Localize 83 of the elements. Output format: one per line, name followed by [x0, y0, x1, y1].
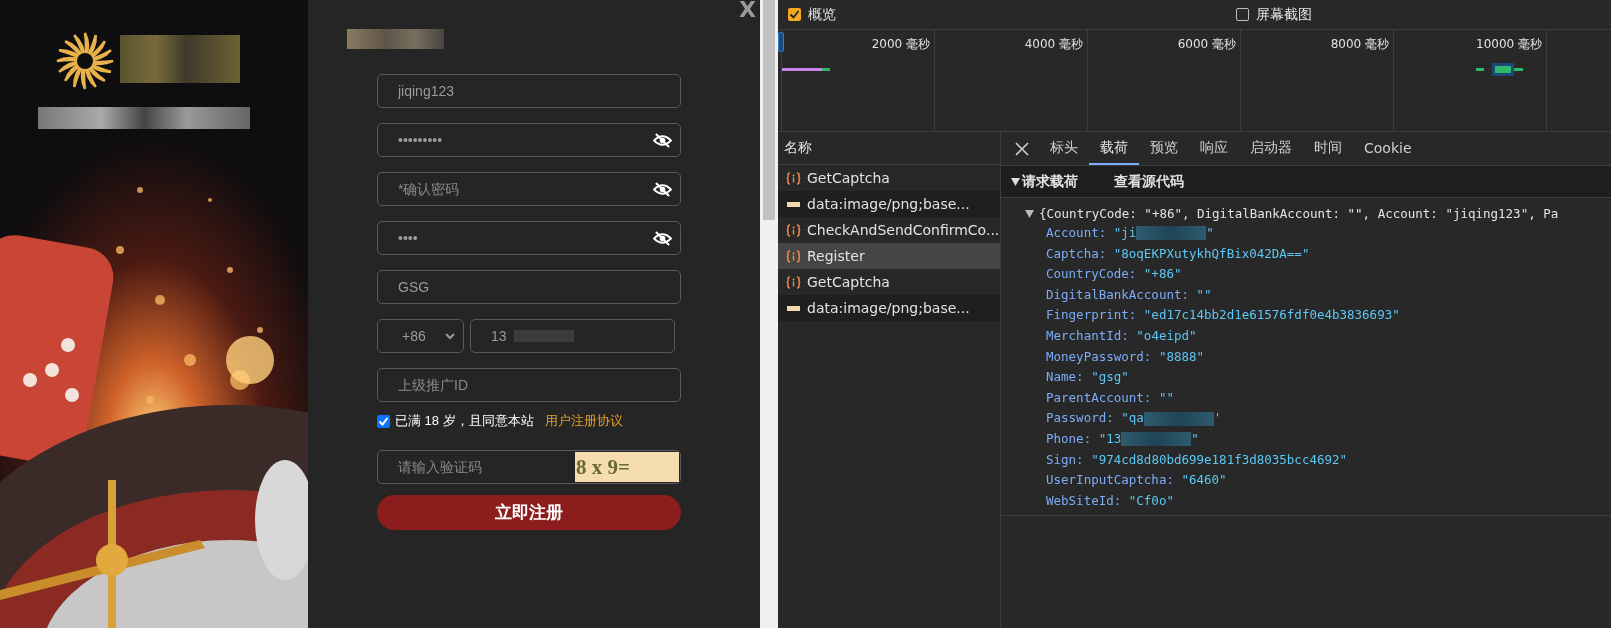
checkbox-label: 屏幕截图	[1256, 5, 1312, 24]
property-value: "+86"	[1143, 265, 1182, 284]
request-row[interactable]: data:image/png;base...	[778, 191, 1000, 217]
time-tick-label: 2000 毫秒	[871, 37, 930, 51]
checkbox-label: 概览	[808, 5, 836, 24]
property-value: "974cd8d80bd699e181f3d8035bcc4692"	[1091, 450, 1348, 469]
input-field[interactable]: 上级推广ID	[377, 368, 681, 402]
property-value: "8888"	[1158, 347, 1205, 366]
property-value: "o4eipd"	[1136, 326, 1197, 345]
country-code-select[interactable]: +86	[377, 319, 464, 353]
time-tick-label: 4000 毫秒	[1024, 37, 1083, 51]
property-key: CountryCode:	[1046, 264, 1137, 285]
tab[interactable]: 响应	[1189, 132, 1239, 165]
property-value: '	[1213, 409, 1222, 428]
property-value: "Cf0o"	[1128, 491, 1174, 510]
property-key: Password:	[1046, 408, 1114, 429]
json-braces-icon	[786, 223, 801, 237]
user-agreement-link[interactable]: 用户注册协议	[544, 412, 623, 430]
range-handle[interactable]	[778, 32, 784, 52]
captcha-image[interactable]: 8 x 9=	[575, 452, 679, 482]
checkbox[interactable]	[788, 8, 801, 21]
waterfall-bar-drawing	[782, 67, 830, 73]
close-icon[interactable]	[1015, 141, 1029, 156]
agreement-text: 已满 18 岁，且同意本站	[395, 412, 534, 430]
property-key: ParentAccount:	[1046, 387, 1152, 409]
property-key: Name:	[1046, 367, 1084, 388]
property-key: DigitalBankAccount:	[1046, 284, 1189, 306]
section-title: 请求载荷	[1022, 172, 1078, 191]
password-field[interactable]: *确认密码	[377, 172, 681, 206]
property-value: "13	[1098, 429, 1122, 448]
tab[interactable]: 预览	[1139, 132, 1189, 165]
property-value: "	[1191, 429, 1199, 448]
eye-slash-icon[interactable]	[653, 231, 672, 246]
eye-slash-icon[interactable]	[653, 133, 672, 148]
property-value: "ji	[1113, 224, 1137, 242]
tab[interactable]: 标头	[1039, 132, 1089, 165]
property-value: "8oqEKPXutykhQfBix042DA=="	[1113, 244, 1310, 263]
eye-slash-icon[interactable]	[653, 182, 672, 197]
password-field[interactable]: •••••••••	[377, 123, 681, 157]
expand-triangle-icon[interactable]	[1011, 177, 1020, 186]
property-value: "6460"	[1181, 471, 1227, 490]
property-key: Account:	[1046, 223, 1107, 244]
json-braces-icon	[786, 275, 801, 289]
property-key: Captcha:	[1046, 243, 1107, 265]
request-row[interactable]: data:image/png;base...	[778, 295, 1000, 321]
property-value: "qa	[1121, 409, 1144, 428]
column-header: 名称	[784, 139, 812, 157]
tab[interactable]: Cookie	[1353, 132, 1423, 165]
input-field[interactable]: GSG	[377, 270, 681, 304]
request-row[interactable]: Register	[778, 243, 1000, 269]
view-source-link[interactable]: 查看源代码	[1114, 172, 1184, 191]
property-value: ""	[1196, 285, 1212, 304]
property-value: ""	[1158, 388, 1174, 407]
time-tick-label: 6000 毫秒	[1177, 37, 1236, 51]
checkbox[interactable]	[1236, 8, 1249, 21]
json-braces-icon	[786, 171, 801, 185]
scrollbar-thumb[interactable]	[763, 0, 775, 220]
time-tick-label: 10000 毫秒	[1476, 37, 1542, 51]
property-key: UserInputCaptcha:	[1046, 470, 1174, 491]
password-field[interactable]: ••••	[377, 221, 681, 255]
property-key: Fingerprint:	[1046, 305, 1137, 326]
property-key: MerchantId:	[1046, 325, 1129, 347]
close-button[interactable]: X	[739, 0, 756, 22]
agreement-checkbox[interactable]	[377, 414, 390, 428]
property-key: MoneyPassword:	[1046, 346, 1152, 368]
sun-logo-icon	[55, 31, 115, 91]
waterfall-bar-drawing	[1476, 63, 1524, 76]
property-key: Phone:	[1046, 428, 1092, 450]
property-value: "gsg"	[1091, 368, 1129, 387]
expand-triangle-icon[interactable]	[1025, 209, 1034, 218]
property-value: "	[1206, 224, 1214, 242]
property-key: WebSiteId:	[1046, 490, 1122, 512]
tab[interactable]: 启动器	[1239, 132, 1303, 165]
phone-field[interactable]: 13	[470, 319, 675, 353]
time-tick-label: 8000 毫秒	[1330, 37, 1389, 51]
object-summary: {CountryCode: "+86", DigitalBankAccount: "", Account: "jiqing123", Pa	[1039, 206, 1559, 221]
json-braces-icon	[786, 249, 801, 263]
tab[interactable]: 时间	[1303, 132, 1353, 165]
register-button[interactable]: 立即注册	[377, 495, 681, 530]
property-value: "ed17c14bb2d1e61576fdf0e4b3836693"	[1143, 306, 1400, 325]
input-field[interactable]: jiqing123	[377, 74, 681, 108]
property-key: Sign:	[1046, 449, 1084, 471]
chevron-down-icon	[445, 332, 455, 340]
